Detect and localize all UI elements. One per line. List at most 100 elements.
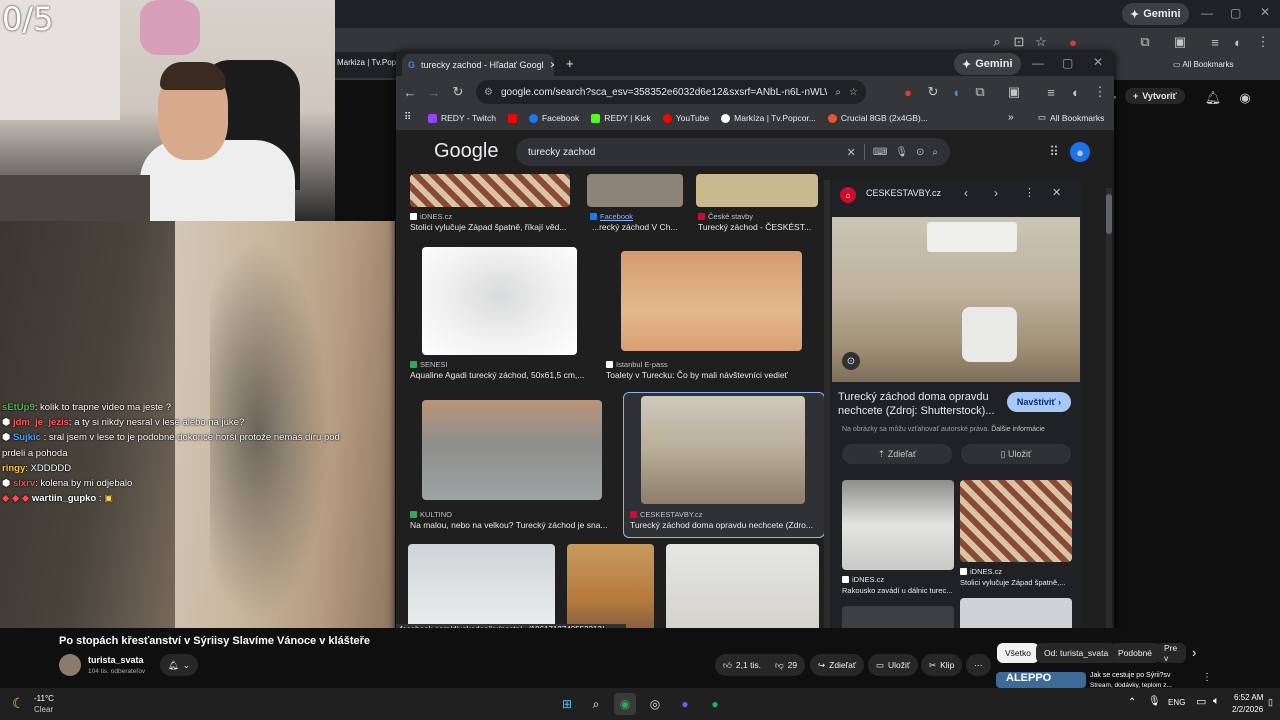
result-title[interactable]: Na malou, nebo na velkou? Turecký záchod… (410, 520, 610, 530)
share-button[interactable]: ↪ Zdieľať (810, 654, 865, 676)
panel-scrollbar[interactable] (1106, 188, 1112, 637)
result-image[interactable] (587, 174, 683, 207)
search-icon[interactable]: ⌕ (585, 693, 607, 715)
result-title[interactable]: Toalety v Turecku: Čo by mali návštevníc… (606, 370, 816, 380)
profile-icon[interactable]: ◐ (1066, 82, 1086, 102)
save-button[interactable]: ▯ Uložiť (961, 444, 1071, 464)
audio-extension-icon[interactable]: ◖ (946, 82, 966, 102)
save-button[interactable]: ▭ Uložiť (868, 654, 919, 676)
suggested-title[interactable]: Jak se cestuje po Sýrii?sv (1090, 672, 1171, 679)
network-icon[interactable]: ▭ (1196, 695, 1206, 708)
bookmark-youtube[interactable]: YouTube (662, 113, 709, 123)
result-image-selected[interactable] (641, 396, 805, 504)
clock-time[interactable]: 6:52 AM (1234, 693, 1263, 702)
bookmark-twitch[interactable]: REDY - Twitch (428, 113, 496, 123)
more-info-link[interactable]: Ďalšie informácie (991, 426, 1045, 433)
result-image[interactable] (422, 247, 577, 355)
more-bookmarks-icon[interactable]: » (1008, 112, 1014, 123)
extensions-icon[interactable]: ⧉ (970, 82, 990, 102)
maximize-icon[interactable]: ▢ (1062, 56, 1073, 70)
close-panel-icon[interactable]: ✕ (1052, 186, 1061, 199)
bookmark-facebook[interactable]: Facebook (528, 113, 579, 123)
chevron-right-icon[interactable]: › (1192, 645, 1196, 660)
back-icon[interactable]: ← (400, 82, 420, 102)
keyboard-icon[interactable]: ⌨ (873, 147, 887, 158)
minimize-icon[interactable]: — (1201, 6, 1213, 20)
mic-tray-icon[interactable]: 🎙︎ (1148, 696, 1161, 707)
panel-source[interactable]: CESKESTAVBY.cz (866, 188, 941, 198)
related-image[interactable] (842, 480, 954, 570)
clock-date[interactable]: 2/2/2026 (1232, 705, 1263, 714)
bell-icon[interactable]: 🔔︎ (1203, 88, 1223, 108)
apps-grid-icon[interactable]: ⠿ (1044, 142, 1064, 162)
avatar[interactable]: ◉ (1235, 88, 1255, 108)
spotify-icon[interactable]: ● (704, 693, 726, 715)
address-bar[interactable]: ⚙ google.com/search?sca_esv=358352e6032d… (476, 80, 866, 104)
chip-for-you[interactable]: Pre v (1156, 643, 1186, 663)
adblock-icon[interactable]: ● (1063, 32, 1083, 52)
back-all-bookmarks[interactable]: ▭ All Bookmarks (1173, 60, 1233, 69)
result-image[interactable] (422, 400, 602, 500)
dislike-button[interactable]: 👎︎ 29 (767, 654, 806, 676)
related-image[interactable] (960, 480, 1072, 562)
minimize-icon[interactable]: — (1032, 56, 1044, 70)
share-button[interactable]: ⇡ Zdieľať (842, 444, 952, 464)
related-title[interactable]: Stolici vylučuje Západ špatně,... (960, 578, 1072, 587)
notifications-icon[interactable]: ▯ (1268, 697, 1273, 708)
scroll-thumb[interactable] (1106, 194, 1112, 234)
lens-icon[interactable]: ⊙ (916, 147, 924, 158)
site-info-icon[interactable]: ⚙ (484, 87, 493, 98)
result-image[interactable] (410, 174, 570, 207)
prev-arrow-icon[interactable]: ‹ (964, 186, 968, 200)
adblock-icon[interactable]: ● (898, 82, 918, 102)
maximize-icon[interactable]: ▢ (1230, 6, 1241, 20)
moon-weather-icon[interactable]: ☾ (12, 695, 25, 712)
menu-icon[interactable]: ⋮ (1253, 32, 1273, 52)
result-image[interactable] (696, 174, 818, 207)
chip-all[interactable]: Všetko (997, 643, 1039, 663)
extension-icon[interactable]: ↻ (923, 82, 943, 102)
chip-related[interactable]: Podobné (1110, 643, 1161, 663)
new-tab-icon[interactable]: + (566, 56, 574, 71)
media-icon[interactable]: ≡ (1041, 82, 1061, 102)
sidebar-icon[interactable]: ▣ (1004, 82, 1024, 102)
profile-icon[interactable]: ◐ (1228, 32, 1248, 52)
related-title[interactable]: Rakousko zavádí u dálnic turec... (842, 586, 954, 595)
temperature[interactable]: -11°C (34, 694, 54, 703)
panel-title[interactable]: Turecký záchod doma opravdu nechcete (Zd… (838, 390, 998, 418)
star-icon[interactable]: ☆ (1031, 32, 1051, 52)
close-tab-icon[interactable]: ✕ (550, 60, 554, 71)
mic-icon[interactable]: 🎙︎ (895, 147, 908, 158)
chrome-icon[interactable]: ◉ (614, 693, 636, 715)
like-button[interactable]: 👍︎ 2,1 tis. (715, 654, 769, 676)
next-arrow-icon[interactable]: › (994, 186, 998, 200)
result-image[interactable] (666, 544, 819, 637)
bookmark-star-icon[interactable]: ☆ (849, 87, 858, 98)
visit-button[interactable]: Navštíviť › (1007, 392, 1071, 412)
zoom-icon[interactable]: ⌕ (987, 32, 1007, 52)
bookmark-markiza[interactable]: Markíza | Tv.Popcor... (721, 113, 816, 123)
media-icon[interactable]: ≡ (1205, 32, 1225, 52)
clear-icon[interactable]: ✕ (847, 146, 856, 159)
results-scrollbar[interactable] (824, 180, 830, 637)
result-title[interactable]: Turecký záchod doma opravdu nechcete (Zd… (630, 520, 822, 530)
result-image[interactable] (621, 251, 802, 351)
preview-image[interactable]: ⊙ (832, 217, 1080, 382)
notifications-button[interactable]: 🔔︎ ⌄ (160, 654, 198, 676)
back-tab[interactable]: Markiza | Tv.Popco (335, 52, 397, 78)
result-title[interactable]: Turecký záchod - ČESKÉST... (698, 222, 823, 232)
lens-search-icon[interactable]: ⊙ (842, 352, 860, 370)
install-icon[interactable]: ⊡ (1009, 32, 1029, 52)
bookmark-crucial[interactable]: Crucial 8GB (2x4GB)... (827, 113, 928, 123)
back-gemini-button[interactable]: ✦ Gemini (1122, 3, 1189, 25)
account-avatar[interactable]: ● (1070, 142, 1090, 162)
obs-icon[interactable]: ◎ (644, 693, 666, 715)
google-logo[interactable]: Google (434, 140, 499, 163)
reload-icon[interactable]: ↻ (448, 82, 468, 102)
create-button[interactable]: + Vytvoriť (1125, 88, 1185, 104)
apps-icon[interactable]: ⠿ (404, 112, 411, 123)
close-icon[interactable]: ✕ (1260, 5, 1270, 19)
search-box[interactable]: turecky zachod ✕ ⌨ 🎙︎ ⊙ ⌕ (516, 138, 950, 166)
discord-icon[interactable]: ● (674, 693, 696, 715)
close-window-icon[interactable]: ✕ (1093, 55, 1103, 69)
